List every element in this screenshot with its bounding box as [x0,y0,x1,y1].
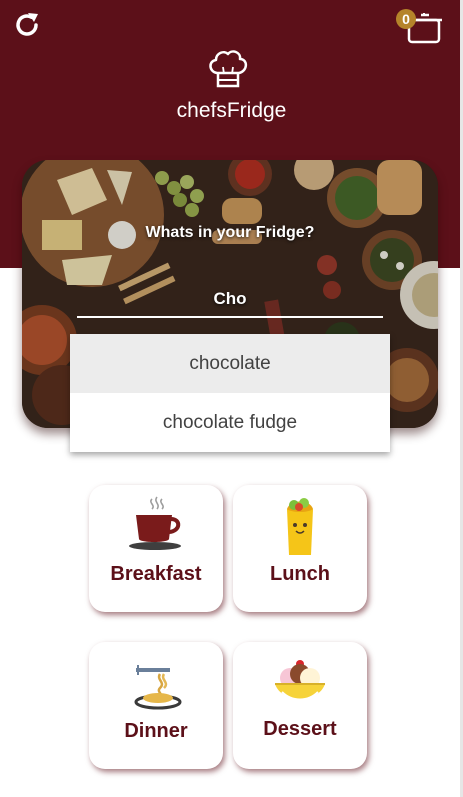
category-label: Breakfast [110,563,202,585]
category-label: Lunch [270,563,330,585]
coffee-cup-icon [129,496,181,550]
spaghetti-icon [134,665,182,710]
refresh-icon [16,13,38,36]
ingredient-search-input[interactable] [77,282,383,318]
fridge-prompt: Whats in your Fridge? [145,224,315,241]
banana-split-icon [275,660,325,701]
cart-count-badge: 0 [396,9,416,29]
category-card-lunch[interactable]: Lunch [233,485,367,612]
chef-hat-icon [209,50,248,88]
autocomplete-dropdown: chocolate chocolate fudge [70,334,390,452]
category-card-breakfast[interactable]: Breakfast [89,485,223,612]
category-card-dinner[interactable]: Dinner [89,642,223,769]
category-label: Dinner [124,720,188,742]
burrito-icon [287,498,313,555]
suggestion-item[interactable]: chocolate fudge [70,393,390,452]
category-card-dessert[interactable]: Dessert [233,642,367,769]
refresh-button[interactable] [10,8,44,42]
suggestion-item[interactable]: chocolate [70,334,390,393]
category-label: Dessert [263,718,337,740]
app-title: chefsFridge [176,99,287,122]
cart-button[interactable]: 0 [396,8,444,44]
